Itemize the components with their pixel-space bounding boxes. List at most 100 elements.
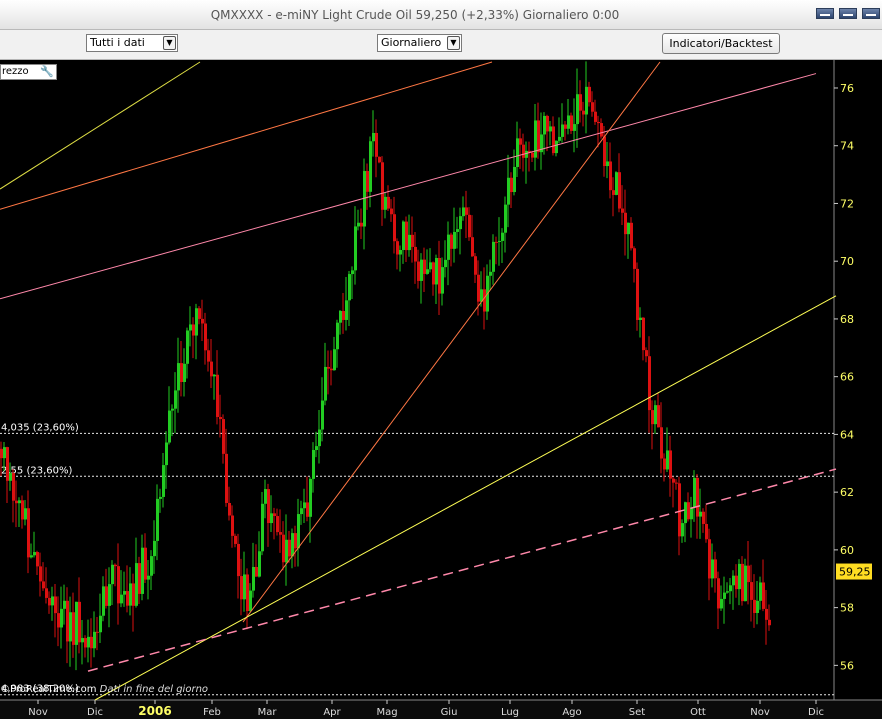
wrench-icon[interactable]: 🔧 — [40, 65, 54, 79]
candle-body — [450, 234, 453, 249]
candle-body — [147, 575, 150, 580]
candle-body — [150, 556, 153, 576]
candle-body — [93, 631, 96, 649]
candle-body — [351, 270, 354, 275]
x-tick-label: Dic — [808, 707, 824, 718]
x-tick-label: Giu — [441, 707, 458, 718]
chevron-down-icon[interactable]: ▼ — [447, 36, 460, 50]
chart-background — [0, 60, 882, 719]
range-select-value: Tutti i dati — [90, 36, 145, 49]
period-select[interactable]: Giornaliero ▼ — [377, 34, 462, 52]
x-tick-label: Dic — [87, 707, 103, 718]
x-tick-label: Nov — [28, 707, 48, 718]
candle-body — [60, 608, 63, 628]
indicators-backtest-button[interactable]: Indicatori/Backtest — [662, 33, 780, 54]
x-tick-label: 2006 — [138, 704, 171, 718]
price-chart[interactable]: 56 58 60 62 64 66 68 70 72 74 76 Nov Dic 2006 Feb Mar Ap… — [0, 60, 882, 719]
candle-body — [465, 207, 468, 215]
candle-body — [102, 586, 105, 616]
candle-body — [267, 489, 270, 524]
candle-body — [63, 600, 66, 609]
candle-body — [207, 350, 210, 362]
candle-body — [180, 363, 183, 382]
candle-body — [366, 171, 369, 192]
candle-body — [333, 349, 336, 371]
candle-body — [96, 631, 99, 633]
candle-body — [261, 503, 264, 552]
data-source-note: ©ProRealTime.com Dati in fine del giorno — [0, 684, 208, 695]
candle-body — [177, 363, 180, 391]
candle-body — [642, 317, 645, 351]
candle-body — [78, 601, 81, 643]
chevron-down-icon[interactable]: ▼ — [163, 36, 176, 50]
candle-body — [645, 350, 648, 357]
candle-body — [492, 241, 495, 272]
candle-body — [723, 592, 726, 599]
window-title: QMXXXX - e-miNY Light Crude Oil 59,250 (… — [210, 8, 620, 22]
candle-body — [279, 532, 282, 535]
candle-body — [312, 450, 315, 479]
candle-body — [0, 448, 3, 459]
candle-body — [132, 583, 135, 606]
candle-body — [33, 552, 36, 556]
candle-body — [255, 566, 258, 577]
candle-body — [369, 141, 372, 192]
range-select[interactable]: Tutti i dati ▼ — [86, 34, 178, 52]
candle-body — [489, 271, 492, 276]
candle-body — [111, 564, 114, 585]
candle-body — [69, 612, 72, 642]
candle-body — [378, 156, 381, 163]
candle-body — [66, 600, 69, 642]
candle-body — [153, 540, 156, 557]
period-select-value: Giornaliero — [381, 36, 442, 49]
candle-body — [765, 608, 768, 620]
candle-body — [576, 94, 579, 125]
candle-body — [648, 356, 651, 411]
candle-body — [381, 162, 384, 210]
y-tick-label: 68 — [840, 313, 854, 326]
candle-body — [54, 596, 57, 614]
candle-body — [606, 161, 609, 167]
candle-body — [555, 140, 558, 154]
candle-body — [681, 523, 684, 537]
y-tick-label: 72 — [840, 197, 854, 210]
candle-body — [348, 274, 351, 301]
candle-body — [750, 582, 753, 600]
candle-body — [18, 500, 21, 504]
candle-body — [651, 410, 654, 425]
candle-body — [288, 539, 291, 557]
close-button[interactable] — [862, 8, 880, 19]
candle-body — [285, 539, 288, 563]
candle-body — [393, 214, 396, 242]
candle-body — [186, 330, 189, 364]
candle-body — [705, 523, 708, 540]
minimize-button[interactable] — [816, 8, 834, 19]
candle-body — [216, 374, 219, 417]
data-note: Dati in fine del giorno — [99, 684, 209, 695]
candle-body — [321, 400, 324, 430]
price-panel-tab[interactable]: rezzo 🔧 — [0, 64, 57, 80]
candle-body — [417, 261, 420, 281]
candle-body — [129, 583, 132, 606]
candle-body — [546, 115, 549, 132]
y-tick-label: 56 — [840, 659, 854, 672]
candle-body — [336, 322, 339, 350]
candle-body — [474, 256, 477, 275]
candle-body — [768, 619, 771, 626]
candle-body — [561, 124, 564, 137]
candle-body — [138, 563, 141, 594]
candle-body — [339, 310, 342, 323]
candle-body — [537, 120, 540, 153]
candle-body — [669, 450, 672, 479]
candle-body — [174, 390, 177, 409]
candle-body — [414, 246, 417, 262]
restore-button[interactable] — [839, 8, 857, 19]
candle-body — [627, 222, 630, 235]
candle-body — [558, 136, 561, 141]
candle-body — [45, 588, 48, 598]
candle-body — [396, 241, 399, 255]
candle-body — [252, 566, 255, 591]
candle-body — [81, 638, 84, 643]
candle-body — [672, 478, 675, 483]
candle-body — [231, 515, 234, 536]
